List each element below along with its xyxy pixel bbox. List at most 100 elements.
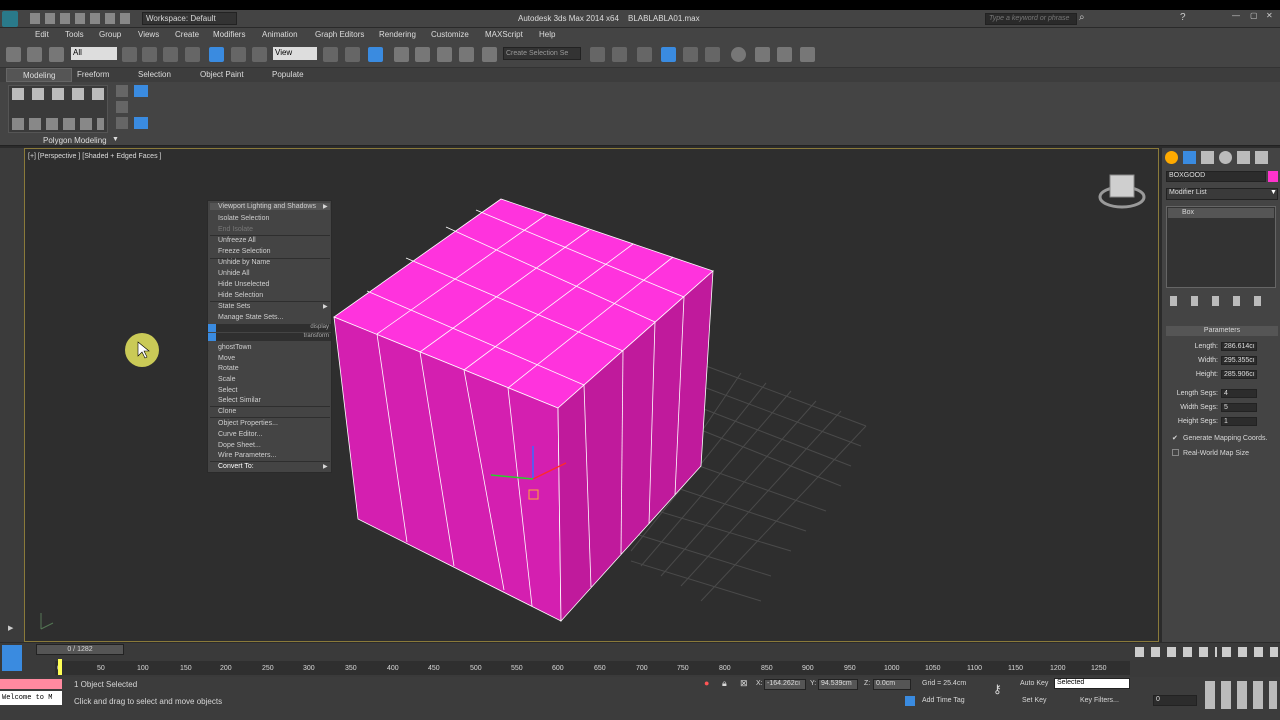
ref-coord-dropdown[interactable]: View — [273, 47, 317, 60]
menu-maxscript[interactable]: MAXScript — [485, 30, 523, 39]
auto-key-button[interactable]: Auto Key — [1020, 680, 1048, 687]
menu-create[interactable]: Create — [175, 30, 199, 39]
nav-controls[interactable] — [1222, 647, 1278, 657]
maxscript-listener[interactable] — [0, 679, 62, 689]
bind-spacewarp-icon[interactable] — [49, 47, 64, 62]
parameters-rollout[interactable]: Parameters — [1166, 326, 1278, 336]
graphite-toggle-icon[interactable] — [661, 47, 676, 62]
link-icon[interactable] — [6, 47, 21, 62]
edit-named-sets-icon[interactable] — [482, 47, 497, 62]
hierarchy-tab-icon[interactable] — [1201, 151, 1214, 164]
help-icon[interactable]: ? — [1180, 12, 1186, 23]
curve-editor-icon[interactable] — [683, 47, 698, 62]
menu-edit[interactable]: Edit — [35, 30, 49, 39]
length-segs-field[interactable]: 4 — [1221, 389, 1257, 398]
tab-populate[interactable]: Populate — [272, 70, 304, 79]
time-slider[interactable]: 0 / 1282 — [36, 644, 124, 655]
material-editor-icon[interactable] — [731, 47, 746, 62]
real-world-checkbox[interactable] — [1172, 449, 1179, 456]
menu-modifiers[interactable]: Modifiers — [213, 30, 245, 39]
pin-icon[interactable]: ● — [704, 678, 709, 688]
width-field[interactable]: 295.355cı — [1221, 356, 1257, 365]
tab-selection[interactable]: Selection — [138, 70, 171, 79]
playhead[interactable] — [58, 659, 62, 675]
width-segs-field[interactable]: 5 — [1221, 403, 1257, 412]
rendered-frame-icon[interactable] — [777, 47, 792, 62]
quad-item-clone[interactable]: Clone — [218, 408, 236, 415]
keyboard-shortcut-icon[interactable] — [368, 47, 383, 62]
layer-manager-icon[interactable] — [637, 47, 652, 62]
spinner-snap-icon[interactable] — [459, 47, 474, 62]
chevron-down-icon[interactable]: ▼ — [112, 136, 119, 143]
quad-item-isolate-selection[interactable]: Isolate Selection — [218, 215, 269, 222]
current-frame-field[interactable]: 0 — [1153, 695, 1197, 706]
stack-item-box[interactable]: Box — [1168, 208, 1274, 218]
quad-item-dope-sheet[interactable]: Dope Sheet... — [218, 442, 261, 449]
viewport-nav-icons[interactable] — [1205, 681, 1277, 709]
named-selection-dropdown[interactable]: Create Selection Se — [503, 47, 581, 60]
height-field[interactable]: 285.906cı — [1221, 370, 1257, 379]
rect-selection-icon[interactable] — [163, 47, 178, 62]
workspace-dropdown[interactable]: Workspace: Default — [142, 12, 237, 25]
quad-item-ghosttown[interactable]: ghostTown — [218, 344, 251, 351]
quad-item-select-similar[interactable]: Select Similar — [218, 397, 261, 404]
generate-mapping-checkbox[interactable]: ✔ — [1172, 434, 1178, 442]
quad-item-unfreeze-all[interactable]: Unfreeze All — [218, 237, 256, 244]
utilities-tab-icon[interactable] — [1255, 151, 1268, 164]
scene-canvas[interactable] — [25, 149, 1158, 641]
tab-freeform[interactable]: Freeform — [77, 70, 109, 79]
quad-item-curve-editor[interactable]: Curve Editor... — [218, 431, 262, 438]
stack-controls[interactable] — [1170, 296, 1274, 306]
menu-animation[interactable]: Animation — [262, 30, 298, 39]
render-setup-icon[interactable] — [755, 47, 770, 62]
ribbon-side-icons[interactable] — [116, 85, 128, 133]
pivot-icon[interactable] — [323, 47, 338, 62]
lock-icon[interactable]: 🔒︎ — [722, 678, 727, 689]
quad-item-convert-to[interactable]: Convert To: — [218, 463, 254, 470]
quad-item-manage-state-sets[interactable]: Manage State Sets... — [218, 314, 283, 321]
modifier-list-dropdown[interactable]: Modifier List — [1166, 188, 1278, 200]
key-icon[interactable]: ⚷ — [993, 682, 1002, 696]
add-time-tag[interactable]: Add Time Tag — [922, 697, 965, 704]
search-input[interactable]: Type a keyword or phrase — [985, 13, 1077, 25]
tab-modeling[interactable]: Modeling — [6, 68, 73, 82]
ribbon-tool-icons-2[interactable] — [12, 118, 104, 130]
quad-item-viewport-lighting[interactable]: Viewport Lighting and Shadows — [210, 203, 330, 210]
x-coord-field[interactable]: -164.262cı — [764, 679, 806, 690]
playback-controls[interactable] — [1135, 647, 1217, 657]
select-by-name-icon[interactable] — [142, 47, 157, 62]
angle-snap-icon[interactable] — [415, 47, 430, 62]
snaps-toggle-icon[interactable] — [394, 47, 409, 62]
panel-polygon-modeling[interactable]: Polygon Modeling — [43, 136, 107, 145]
align-icon[interactable] — [612, 47, 627, 62]
schematic-view-icon[interactable] — [705, 47, 720, 62]
menu-rendering[interactable]: Rendering — [379, 30, 416, 39]
select-manipulate-icon[interactable] — [345, 47, 360, 62]
quad-item-select[interactable]: Select — [218, 387, 237, 394]
ribbon-view-icon-2[interactable] — [134, 117, 148, 129]
quad-item-unhide-all[interactable]: Unhide All — [218, 270, 250, 277]
ribbon-tool-icons[interactable] — [12, 88, 104, 100]
menu-group[interactable]: Group — [99, 30, 121, 39]
close-icon[interactable]: ✕ — [1266, 11, 1273, 20]
quad-item-object-properties[interactable]: Object Properties... — [218, 420, 278, 427]
maximize-icon[interactable]: ▢ — [1250, 11, 1258, 20]
key-filters-button[interactable]: Key Filters... — [1080, 697, 1119, 704]
search-icon[interactable]: ⌕ — [1079, 12, 1085, 23]
chevron-down-icon[interactable]: ▼ — [1270, 189, 1277, 196]
add-time-tag-icon[interactable] — [905, 696, 915, 706]
quad-item-freeze-selection[interactable]: Freeze Selection — [218, 248, 271, 255]
y-coord-field[interactable]: 94.539cm — [818, 679, 858, 690]
menu-customize[interactable]: Customize — [431, 30, 469, 39]
object-color-swatch[interactable] — [1268, 171, 1278, 182]
key-mode-dropdown[interactable]: Selected — [1054, 678, 1130, 689]
perspective-viewport[interactable]: [+] [Perspective ] [Shaded + Edged Faces… — [24, 148, 1159, 642]
rotate-icon[interactable] — [231, 47, 246, 62]
maxscript-output[interactable]: Welcome to M — [0, 691, 62, 705]
tab-object-paint[interactable]: Object Paint — [200, 70, 244, 79]
scale-icon[interactable] — [252, 47, 267, 62]
select-object-icon[interactable] — [122, 47, 137, 62]
display-tab-icon[interactable] — [1237, 151, 1250, 164]
menu-tools[interactable]: Tools — [65, 30, 84, 39]
modifier-stack[interactable] — [1166, 206, 1276, 288]
